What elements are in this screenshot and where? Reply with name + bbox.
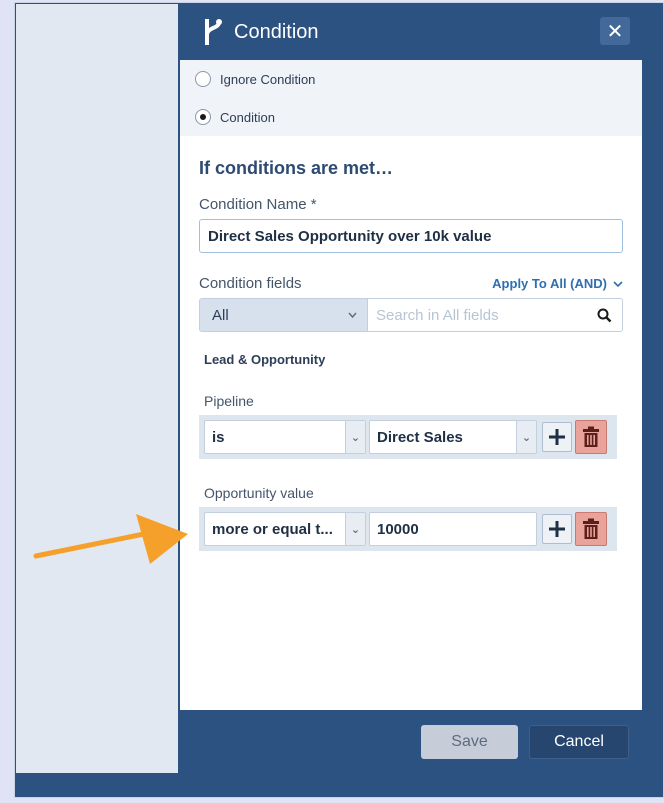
close-button[interactable]: ✕ <box>600 17 630 45</box>
value-input[interactable]: 10000 <box>369 512 537 546</box>
operator-value: is <box>212 428 225 446</box>
condition-fields-label: Condition fields <box>199 275 302 292</box>
conditions-section: If conditions are met… Condition Name * … <box>180 158 642 551</box>
field-search-bar: All Search in All fields <box>199 298 623 332</box>
value-select[interactable]: Direct Sales ⌄ <box>369 420 537 454</box>
condition-dialog: Condition ✕ Ignore Condition Condition I… <box>180 4 644 773</box>
dialog-footer: Save Cancel <box>180 710 644 773</box>
add-condition-button[interactable] <box>542 514 572 544</box>
save-button[interactable]: Save <box>421 725 518 759</box>
close-icon: ✕ <box>606 20 624 43</box>
operator-value: more or equal t... <box>212 520 333 538</box>
chevron-down-icon <box>613 280 623 287</box>
radio-label: Condition <box>220 109 275 125</box>
radio-ignore-condition[interactable]: Ignore Condition <box>180 60 642 98</box>
plus-icon <box>549 521 565 537</box>
section-title: If conditions are met… <box>199 158 394 178</box>
condition-label-pipeline: Pipeline <box>204 393 254 409</box>
search-placeholder: Search in All fields <box>376 306 499 324</box>
condition-label-opportunity-value: Opportunity value <box>204 485 314 501</box>
apply-to-all-label: Apply To All (AND) <box>492 276 607 291</box>
condition-fields-row: Condition fields Apply To All (AND) <box>199 275 623 292</box>
radio-button-checked[interactable] <box>195 109 211 125</box>
apply-to-all-dropdown[interactable]: Apply To All (AND) <box>492 276 623 291</box>
dialog-header: Condition ✕ <box>180 4 644 60</box>
radio-condition[interactable]: Condition <box>180 98 642 136</box>
field-category-value: All <box>212 306 229 324</box>
search-icon[interactable] <box>597 308 612 323</box>
group-title: Lead & Opportunity <box>204 352 326 367</box>
plus-icon <box>549 429 565 445</box>
delete-condition-button[interactable] <box>575 420 607 454</box>
dialog-body: Ignore Condition Condition If conditions… <box>180 60 642 710</box>
chevron-down-icon <box>348 312 357 318</box>
condition-name-input[interactable]: Direct Sales Opportunity over 10k value <box>199 219 623 253</box>
chevron-down-icon: ⌄ <box>516 421 536 453</box>
background-panel <box>16 4 178 773</box>
condition-name-label: Condition Name * <box>199 196 317 213</box>
condition-value: 10000 <box>377 520 419 538</box>
operator-select[interactable]: more or equal t... ⌄ <box>204 512 366 546</box>
dialog-title: Condition <box>234 20 319 43</box>
pointer-arrow-icon <box>33 514 188 564</box>
chevron-down-icon: ⌄ <box>345 513 365 545</box>
radio-button-unchecked[interactable] <box>195 71 211 87</box>
condition-row-opportunity-value: more or equal t... ⌄ 10000 <box>199 507 617 551</box>
field-category-select[interactable]: All <box>200 299 368 331</box>
delete-condition-button[interactable] <box>575 512 607 546</box>
search-input[interactable]: Search in All fields <box>368 299 622 331</box>
trash-icon <box>583 518 599 539</box>
branch-icon <box>205 19 222 45</box>
radio-label: Ignore Condition <box>220 71 316 87</box>
chevron-down-icon: ⌄ <box>345 421 365 453</box>
trash-icon <box>583 426 599 447</box>
condition-row-pipeline: is ⌄ Direct Sales ⌄ <box>199 415 617 459</box>
operator-select[interactable]: is ⌄ <box>204 420 366 454</box>
cancel-button[interactable]: Cancel <box>529 725 629 759</box>
add-condition-button[interactable] <box>542 422 572 452</box>
condition-value: Direct Sales <box>377 428 463 446</box>
condition-name-value: Direct Sales Opportunity over 10k value <box>208 227 492 245</box>
